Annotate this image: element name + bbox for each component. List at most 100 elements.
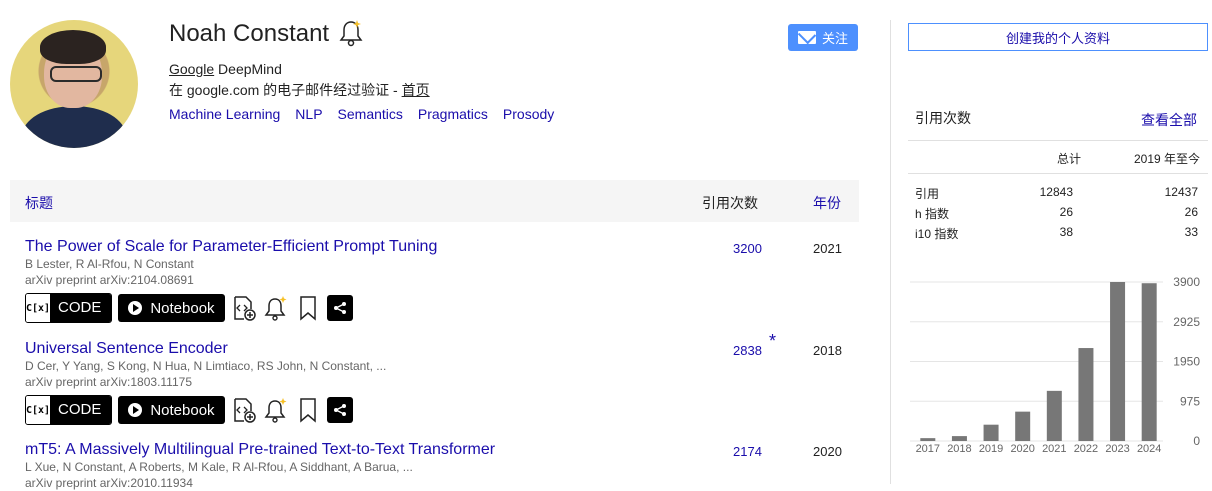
interest-link[interactable]: Semantics bbox=[338, 106, 403, 122]
sort-by-year[interactable]: 年份 bbox=[813, 193, 841, 213]
chart-x-tick-label: 2021 bbox=[1042, 443, 1066, 455]
stats-since: 33 bbox=[1184, 225, 1198, 239]
article-cites[interactable]: 3200 bbox=[733, 241, 762, 256]
follow-button[interactable]: 关注 bbox=[788, 24, 858, 51]
article-year: 2020 bbox=[813, 444, 842, 459]
notebook-button[interactable]: Notebook bbox=[118, 396, 225, 424]
stats-label: 引用 bbox=[915, 187, 940, 201]
cited-by-column: 引用次数 bbox=[702, 195, 758, 211]
chart-bar[interactable] bbox=[920, 438, 936, 441]
alert-bell-icon[interactable] bbox=[263, 396, 289, 424]
chart-x-tick-label: 2020 bbox=[1010, 443, 1034, 455]
chart-y-tick-label: 2925 bbox=[1173, 315, 1200, 329]
alert-bell-icon[interactable] bbox=[263, 294, 289, 322]
notebook-button[interactable]: Notebook bbox=[118, 294, 225, 322]
share-icon bbox=[333, 404, 346, 416]
follow-label: 关注 bbox=[821, 31, 848, 46]
interest-link[interactable]: Pragmatics bbox=[418, 106, 488, 122]
table-row: The Power of Scale for Parameter-Efficie… bbox=[25, 238, 855, 323]
article-venue: arXiv preprint arXiv:2104.08691 bbox=[25, 273, 194, 287]
profile-name: Noah Constant bbox=[169, 20, 330, 47]
stats-label: h 指数 bbox=[915, 207, 950, 221]
pane-divider bbox=[890, 20, 891, 484]
stats-col-since: 2019 年至今 bbox=[1133, 152, 1200, 166]
stats-label: i10 指数 bbox=[915, 227, 959, 241]
share-icon bbox=[333, 302, 346, 314]
article-year: 2021 bbox=[813, 241, 842, 256]
chart-y-tick-label: 0 bbox=[1193, 434, 1200, 448]
mail-icon bbox=[797, 31, 816, 44]
chart-y-tick-label: 1950 bbox=[1173, 355, 1200, 369]
play-icon bbox=[128, 301, 143, 315]
chart-bar[interactable] bbox=[1046, 390, 1062, 441]
articles-table-header: 标题 引用次数 年份 bbox=[10, 180, 859, 222]
code-logo-icon: C[x] bbox=[26, 396, 50, 424]
chart-bar[interactable] bbox=[1078, 348, 1094, 441]
article-year: 2018 bbox=[813, 343, 842, 358]
chart-x-tick-label: 2023 bbox=[1105, 443, 1129, 455]
homepage-link[interactable]: 首页 bbox=[402, 82, 430, 98]
chart-x-tick-label: 2024 bbox=[1137, 443, 1161, 455]
stats-row: 引用 12843 12437 bbox=[908, 182, 1208, 202]
citation-stats-table: 总计 2019 年至今 引用 12843 12437 h 指数 26 26 i1… bbox=[908, 140, 1208, 242]
code-button[interactable]: C[x] CODE bbox=[25, 395, 113, 425]
share-button[interactable] bbox=[326, 397, 353, 423]
chart-bar[interactable] bbox=[1110, 282, 1126, 441]
share-button[interactable] bbox=[326, 295, 353, 321]
chart-y-tick-label: 975 bbox=[1180, 394, 1200, 408]
add-code-icon[interactable] bbox=[231, 396, 257, 424]
verified-text: 在 google.com 的电子邮件经过验证 - bbox=[169, 82, 402, 98]
article-title[interactable]: Universal Sentence Encoder bbox=[25, 340, 855, 358]
notebook-label: Notebook bbox=[150, 299, 215, 317]
create-profile-button[interactable]: 创建我的个人资料 bbox=[908, 23, 1208, 51]
bookmark-icon[interactable] bbox=[295, 396, 321, 424]
article-cites[interactable]: 2838 bbox=[733, 343, 762, 358]
cited-by-title: 引用次数 bbox=[915, 110, 971, 126]
stats-total: 26 bbox=[1059, 205, 1073, 219]
sort-by-title[interactable]: 标题 bbox=[25, 193, 53, 213]
article-title[interactable]: mT5: A Massively Multilingual Pre-traine… bbox=[25, 441, 855, 459]
chart-x-tick-label: 2018 bbox=[947, 443, 971, 455]
stats-since: 12437 bbox=[1164, 185, 1198, 199]
view-all-link[interactable]: 查看全部 bbox=[1141, 110, 1197, 130]
interest-link[interactable]: NLP bbox=[295, 106, 322, 122]
interest-link[interactable]: Machine Learning bbox=[169, 106, 280, 122]
code-label: CODE bbox=[50, 294, 112, 322]
affiliation-link[interactable]: Google bbox=[169, 61, 214, 77]
bookmark-icon[interactable] bbox=[295, 294, 321, 322]
table-row: Universal Sentence Encoder D Cer, Y Yang… bbox=[25, 331, 855, 425]
article-authors: D Cer, Y Yang, S Kong, N Hua, N Limtiaco… bbox=[25, 359, 387, 373]
chart-bar[interactable] bbox=[1141, 283, 1157, 441]
article-venue: arXiv preprint arXiv:1803.11175 bbox=[25, 375, 192, 389]
chart-x-tick-label: 2022 bbox=[1074, 443, 1098, 455]
code-logo-icon: C[x] bbox=[26, 294, 50, 322]
article-authors: B Lester, R Al-Rfou, N Constant bbox=[25, 257, 194, 271]
chart-x-tick-label: 2017 bbox=[916, 443, 940, 455]
profile-photo bbox=[10, 20, 138, 148]
code-button[interactable]: C[x] CODE bbox=[25, 293, 113, 323]
research-interests: Machine Learning NLP Semantics Pragmatic… bbox=[169, 106, 554, 122]
affiliation: Google DeepMind bbox=[169, 61, 282, 77]
chart-bar[interactable] bbox=[951, 436, 967, 441]
article-actions: C[x] CODE Notebook bbox=[25, 293, 855, 323]
stats-header: 总计 2019 年至今 bbox=[908, 141, 1208, 174]
code-label: CODE bbox=[50, 396, 112, 424]
chart-y-tick-label: 3900 bbox=[1173, 275, 1200, 289]
article-venue: arXiv preprint arXiv:2010.11934 bbox=[25, 476, 193, 490]
article-title[interactable]: The Power of Scale for Parameter-Efficie… bbox=[25, 238, 855, 256]
article-cites[interactable]: 2174 bbox=[733, 444, 762, 459]
stats-total: 38 bbox=[1059, 225, 1073, 239]
affiliation-rest: DeepMind bbox=[214, 61, 282, 77]
verified-email: 在 google.com 的电子邮件经过验证 - 首页 bbox=[169, 80, 430, 100]
chart-bar[interactable] bbox=[983, 424, 999, 441]
stats-col-total: 总计 bbox=[1056, 152, 1081, 166]
add-code-icon[interactable] bbox=[231, 294, 257, 322]
citations-by-year-chart: 0 975 1950 2925 3900 2017 2018 2019 2020 2021 2022… bbox=[910, 275, 1200, 455]
notebook-label: Notebook bbox=[150, 401, 215, 419]
merged-citations-star[interactable]: * bbox=[769, 331, 776, 352]
chart-bar[interactable] bbox=[1015, 411, 1031, 441]
article-actions: C[x] CODE Notebook bbox=[25, 395, 855, 425]
follow-alert-bell-icon[interactable] bbox=[338, 18, 364, 48]
play-icon bbox=[128, 403, 143, 417]
interest-link[interactable]: Prosody bbox=[503, 106, 554, 122]
